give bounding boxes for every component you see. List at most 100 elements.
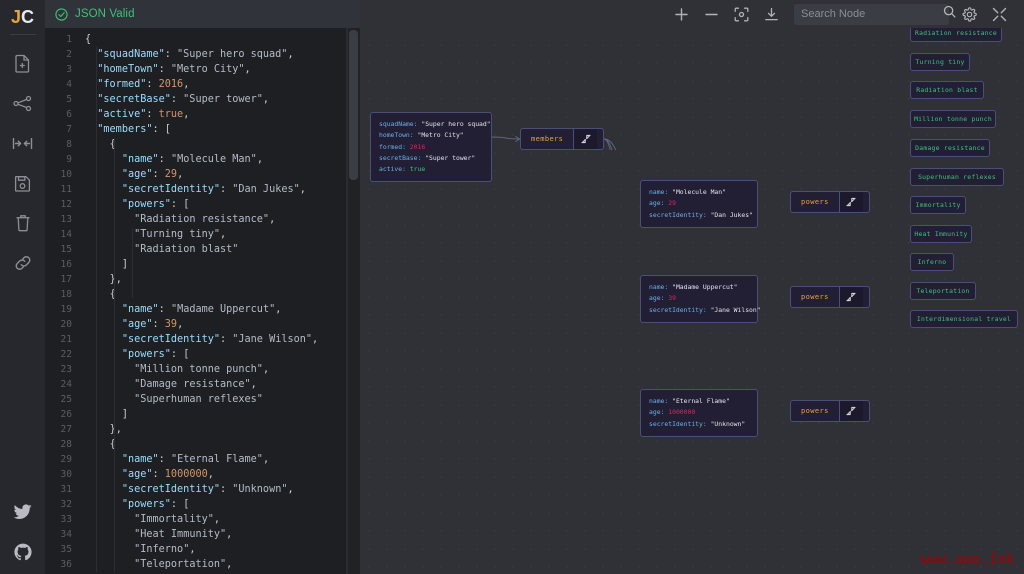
node-property-row: secretBase: "Super tower" (379, 153, 476, 162)
twitter-icon[interactable] (0, 492, 45, 532)
property-key: secretBase (379, 153, 418, 162)
code-line: "Turning tiny", (134, 229, 227, 240)
collapse-arrows-icon[interactable] (984, 0, 1014, 28)
line-number: 35 (60, 544, 72, 555)
power-leaf-node[interactable]: Immortality (910, 196, 966, 214)
expand-collapse-icon[interactable] (573, 129, 598, 149)
code-line: "powers": [ (121, 499, 190, 510)
powers-node[interactable]: powers (790, 191, 870, 213)
property-key: homeTown (379, 131, 410, 140)
line-number: 8 (66, 139, 72, 150)
code-line: "secretIdentity": "Dan Jukes", (121, 184, 306, 195)
link-icon[interactable] (0, 243, 45, 283)
property-value: "Super tower" (425, 153, 476, 162)
code-line: "members": [ (97, 124, 171, 135)
trash-icon[interactable] (0, 203, 45, 243)
property-key: name (649, 397, 665, 405)
members-node[interactable]: members (520, 128, 604, 150)
line-number: 2 (66, 49, 72, 60)
node-key-label: members (531, 135, 564, 143)
logo-letter-j: J (10, 7, 21, 27)
watermark: www.aae.ink (920, 550, 1014, 568)
editor-scrollbar-thumb[interactable] (349, 30, 358, 180)
line-number: 14 (60, 229, 72, 240)
powers-node[interactable]: powers (790, 286, 870, 308)
collapse-icon[interactable] (0, 123, 45, 163)
graph-pane[interactable]: squadName: "Super hero squad" homeTown: "… (360, 0, 1024, 574)
gear-icon[interactable] (954, 0, 984, 28)
line-number: 27 (60, 424, 72, 435)
property-value: "Molecule Man" (672, 188, 726, 196)
property-key: secretIdentity (649, 305, 703, 314)
member-node[interactable]: name: "Molecule Man" age: 29 secretIdentit… (640, 180, 758, 228)
power-leaf-node[interactable]: Teleportation (910, 282, 976, 300)
search-node-field[interactable] (794, 3, 956, 25)
property-key: squadName (379, 120, 414, 128)
expand-collapse-icon[interactable] (838, 401, 863, 421)
line-number: 26 (60, 409, 72, 420)
search-icon (943, 5, 956, 23)
download-icon[interactable] (756, 0, 786, 28)
line-number: 9 (66, 154, 72, 165)
power-leaf-node[interactable]: Inferno (910, 253, 954, 271)
node-property-row: active: true (379, 165, 426, 174)
code-line: }, (109, 274, 122, 285)
node-key-label: powers (801, 407, 829, 415)
code-area[interactable]: 1 2 3 4 5 6 7 8 9 10 11 12 13 14 15 16 17 18 19 20 21 22 23 24 2… (45, 28, 360, 574)
indent-guide (114, 138, 115, 572)
code-line: "active": true, (97, 109, 190, 120)
line-number: 10 (60, 169, 72, 180)
line-number: 34 (60, 529, 72, 540)
power-leaf-node[interactable]: Superhuman reflexes (910, 168, 1004, 186)
app-logo[interactable]: JC (11, 6, 34, 28)
code-line: "Heat Immunity", (134, 529, 233, 540)
property-value: "Eternal Flame" (672, 397, 730, 405)
power-leaf-node[interactable]: Turning tiny (910, 53, 970, 71)
property-key: age (649, 199, 661, 208)
zoom-in-icon[interactable] (666, 0, 696, 28)
graph-nodes[interactable]: squadName: "Super hero squad" homeTown: "… (360, 0, 1024, 574)
code-line: "Teleportation", (134, 559, 233, 570)
code-line: "age": 29, (121, 169, 184, 180)
center-view-icon[interactable] (726, 0, 756, 28)
line-number: 32 (60, 499, 72, 510)
code-line: ] (121, 259, 128, 270)
graph-toolbar (360, 0, 1024, 28)
github-icon[interactable] (0, 532, 45, 572)
root-node[interactable]: squadName: "Super hero squad" homeTown: "… (370, 112, 492, 183)
code-line: "name": "Eternal Flame", (121, 454, 270, 465)
line-number: 25 (60, 394, 72, 405)
zoom-out-icon[interactable] (696, 0, 726, 28)
line-number: 6 (66, 109, 72, 120)
code-line: "Immortality", (134, 514, 220, 525)
expand-collapse-icon[interactable] (838, 287, 863, 307)
new-file-icon[interactable] (0, 43, 45, 83)
line-number: 21 (60, 334, 72, 345)
graph-icon[interactable] (0, 83, 45, 123)
node-property-row: age: 29 (649, 199, 676, 208)
code-content[interactable]: { "squadName": "Super hero squad", "home… (79, 28, 360, 574)
node-property-row: secretIdentity: "Jane Wilson" (649, 305, 761, 314)
logo-letter-c: C (21, 7, 34, 27)
powers-node[interactable]: powers (790, 400, 870, 422)
member-node[interactable]: name: "Eternal Flame" age: 1000000 secretI… (640, 389, 758, 437)
indent-guide (132, 228, 133, 298)
power-leaf-node[interactable]: Interdimensional travel (910, 310, 1018, 328)
member-node[interactable]: name: "Madame Uppercut" age: 39 secretIden… (640, 275, 761, 323)
line-number: 36 (60, 559, 72, 570)
expand-collapse-icon[interactable] (838, 192, 863, 212)
editor-scrollbar[interactable] (347, 28, 360, 574)
code-line: "formed": 2016, (97, 79, 190, 90)
property-key: name (649, 283, 665, 291)
power-leaf-node[interactable]: Damage resistance (910, 139, 990, 157)
power-leaf-node[interactable]: Heat Immunity (910, 225, 972, 243)
power-leaf-node[interactable]: Radiation blast (910, 81, 984, 99)
search-input[interactable] (801, 8, 943, 20)
code-line: "Superhuman reflexes" (134, 394, 263, 405)
json-status-text: JSON Valid (75, 8, 135, 20)
property-key: active (379, 165, 403, 174)
save-icon[interactable] (0, 163, 45, 203)
sidebar-divider (9, 34, 36, 35)
power-leaf-node[interactable]: Million tonne punch (910, 110, 996, 128)
line-number: 1 (66, 34, 72, 45)
